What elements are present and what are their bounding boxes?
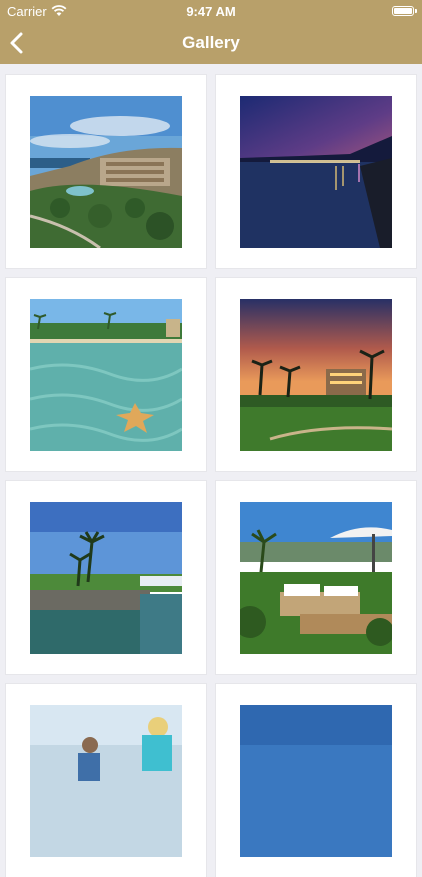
starfish-lagoon-photo[interactable] [30, 298, 182, 451]
page-title: Gallery [182, 33, 240, 52]
resort-hillside-photo[interactable] [30, 95, 182, 248]
gallery-item[interactable] [216, 684, 416, 877]
couple-beach-photo[interactable] [30, 704, 182, 857]
gallery-item[interactable] [216, 75, 416, 268]
gallery-item[interactable] [6, 481, 206, 674]
pool-sunbeds-photo[interactable] [240, 501, 392, 654]
gallery-item[interactable] [216, 278, 416, 471]
gallery-item[interactable] [216, 481, 416, 674]
marina-palms-photo[interactable] [30, 501, 182, 654]
status-bar: Carrier 9:47 AM [0, 0, 422, 22]
night-bay-photo[interactable] [240, 95, 392, 248]
gallery-item[interactable] [6, 75, 206, 268]
photo-grid [6, 75, 418, 877]
gallery-item[interactable] [6, 278, 206, 471]
sunset-palms-photo[interactable] [240, 298, 392, 451]
battery-icon [392, 6, 417, 16]
blue-sky-photo[interactable] [240, 704, 392, 857]
clock: 9:47 AM [186, 4, 236, 19]
navigation-bar: Carrier 9:47 AM Gallery [0, 0, 422, 64]
gallery-item[interactable] [6, 684, 206, 877]
